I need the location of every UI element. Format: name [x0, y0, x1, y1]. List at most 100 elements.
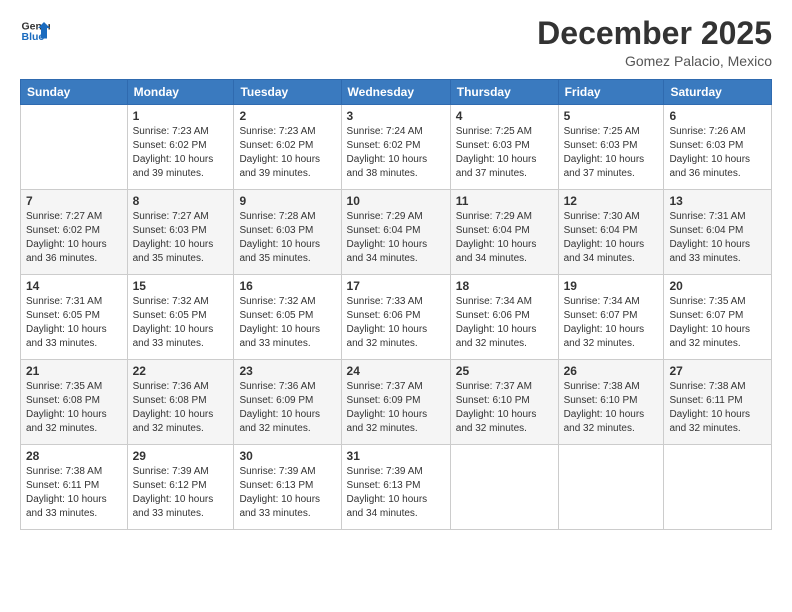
day-number: 15	[133, 279, 229, 293]
calendar-cell: 2 Sunrise: 7:23 AM Sunset: 6:02 PM Daylig…	[234, 105, 341, 190]
calendar-cell: 15 Sunrise: 7:32 AM Sunset: 6:05 PM Dayli…	[127, 275, 234, 360]
day-info: Sunrise: 7:23 AM Sunset: 6:02 PM Dayligh…	[239, 125, 335, 181]
calendar-cell: 16 Sunrise: 7:32 AM Sunset: 6:05 PM Dayli…	[234, 275, 341, 360]
day-number: 5	[564, 109, 659, 123]
day-info: Sunrise: 7:39 AM Sunset: 6:13 PM Dayligh…	[347, 465, 445, 521]
calendar-cell: 8 Sunrise: 7:27 AM Sunset: 6:03 PM Daylig…	[127, 190, 234, 275]
day-info: Sunrise: 7:35 AM Sunset: 6:08 PM Dayligh…	[26, 380, 122, 436]
day-number: 16	[239, 279, 335, 293]
day-info: Sunrise: 7:31 AM Sunset: 6:05 PM Dayligh…	[26, 295, 122, 351]
calendar-header-saturday: Saturday	[664, 80, 772, 105]
day-number: 4	[456, 109, 553, 123]
calendar-week-row: 1Sunrise: 7:23 AM Sunset: 6:02 PM Daylig…	[21, 105, 772, 190]
day-info: Sunrise: 7:39 AM Sunset: 6:13 PM Dayligh…	[239, 465, 335, 521]
day-info: Sunrise: 7:38 AM Sunset: 6:11 PM Dayligh…	[669, 380, 766, 436]
day-info: Sunrise: 7:27 AM Sunset: 6:03 PM Dayligh…	[133, 210, 229, 266]
calendar-cell: 11Sunrise: 7:29 AM Sunset: 6:04 PM Dayli…	[450, 190, 558, 275]
calendar-cell: 22 Sunrise: 7:36 AM Sunset: 6:08 PM Dayli…	[127, 360, 234, 445]
day-number: 30	[239, 449, 335, 463]
subtitle: Gomez Palacio, Mexico	[537, 53, 772, 69]
day-info: Sunrise: 7:36 AM Sunset: 6:08 PM Dayligh…	[133, 380, 229, 436]
calendar-cell: 25Sunrise: 7:37 AM Sunset: 6:10 PM Dayli…	[450, 360, 558, 445]
calendar-cell: 10 Sunrise: 7:29 AM Sunset: 6:04 PM Dayli…	[341, 190, 450, 275]
calendar-cell: 1Sunrise: 7:23 AM Sunset: 6:02 PM Daylig…	[127, 105, 234, 190]
day-info: Sunrise: 7:23 AM Sunset: 6:02 PM Dayligh…	[133, 125, 229, 181]
calendar-header-tuesday: Tuesday	[234, 80, 341, 105]
calendar-cell	[450, 445, 558, 530]
day-number: 7	[26, 194, 122, 208]
calendar-cell: 23 Sunrise: 7:36 AM Sunset: 6:09 PM Dayli…	[234, 360, 341, 445]
calendar-cell: 20Sunrise: 7:35 AM Sunset: 6:07 PM Dayli…	[664, 275, 772, 360]
calendar-week-row: 28Sunrise: 7:38 AM Sunset: 6:11 PM Dayli…	[21, 445, 772, 530]
day-info: Sunrise: 7:32 AM Sunset: 6:05 PM Dayligh…	[133, 295, 229, 351]
calendar-cell: 5 Sunrise: 7:25 AM Sunset: 6:03 PM Daylig…	[558, 105, 664, 190]
calendar-header-friday: Friday	[558, 80, 664, 105]
day-info: Sunrise: 7:34 AM Sunset: 6:07 PM Dayligh…	[564, 295, 659, 351]
day-number: 17	[347, 279, 445, 293]
calendar-header-thursday: Thursday	[450, 80, 558, 105]
calendar-week-row: 21 Sunrise: 7:35 AM Sunset: 6:08 PM Dayli…	[21, 360, 772, 445]
day-info: Sunrise: 7:29 AM Sunset: 6:04 PM Dayligh…	[347, 210, 445, 266]
calendar-cell	[21, 105, 128, 190]
day-info: Sunrise: 7:36 AM Sunset: 6:09 PM Dayligh…	[239, 380, 335, 436]
day-info: Sunrise: 7:24 AM Sunset: 6:02 PM Dayligh…	[347, 125, 445, 181]
day-info: Sunrise: 7:28 AM Sunset: 6:03 PM Dayligh…	[239, 210, 335, 266]
svg-text:Blue: Blue	[22, 31, 45, 43]
day-number: 8	[133, 194, 229, 208]
logo: General Blue	[20, 16, 50, 46]
day-number: 24	[347, 364, 445, 378]
calendar-cell	[558, 445, 664, 530]
calendar-cell: 6Sunrise: 7:26 AM Sunset: 6:03 PM Daylig…	[664, 105, 772, 190]
day-info: Sunrise: 7:33 AM Sunset: 6:06 PM Dayligh…	[347, 295, 445, 351]
day-number: 18	[456, 279, 553, 293]
calendar-cell: 26 Sunrise: 7:38 AM Sunset: 6:10 PM Dayli…	[558, 360, 664, 445]
page-header: General Blue December 2025 Gomez Palacio…	[20, 16, 772, 69]
day-number: 3	[347, 109, 445, 123]
day-number: 19	[564, 279, 659, 293]
calendar-cell: 18 Sunrise: 7:34 AM Sunset: 6:06 PM Dayli…	[450, 275, 558, 360]
day-number: 11	[456, 194, 553, 208]
main-title: December 2025	[537, 16, 772, 51]
day-number: 26	[564, 364, 659, 378]
calendar-cell: 4 Sunrise: 7:25 AM Sunset: 6:03 PM Daylig…	[450, 105, 558, 190]
day-number: 23	[239, 364, 335, 378]
day-number: 13	[669, 194, 766, 208]
calendar-header-monday: Monday	[127, 80, 234, 105]
calendar-week-row: 7 Sunrise: 7:27 AM Sunset: 6:02 PM Daylig…	[21, 190, 772, 275]
day-info: Sunrise: 7:25 AM Sunset: 6:03 PM Dayligh…	[564, 125, 659, 181]
day-info: Sunrise: 7:27 AM Sunset: 6:02 PM Dayligh…	[26, 210, 122, 266]
calendar-cell: 27Sunrise: 7:38 AM Sunset: 6:11 PM Dayli…	[664, 360, 772, 445]
day-number: 29	[133, 449, 229, 463]
day-info: Sunrise: 7:30 AM Sunset: 6:04 PM Dayligh…	[564, 210, 659, 266]
day-info: Sunrise: 7:37 AM Sunset: 6:09 PM Dayligh…	[347, 380, 445, 436]
day-number: 9	[239, 194, 335, 208]
day-number: 31	[347, 449, 445, 463]
calendar-cell: 29 Sunrise: 7:39 AM Sunset: 6:12 PM Dayli…	[127, 445, 234, 530]
day-number: 12	[564, 194, 659, 208]
calendar-cell: 21 Sunrise: 7:35 AM Sunset: 6:08 PM Dayli…	[21, 360, 128, 445]
day-info: Sunrise: 7:32 AM Sunset: 6:05 PM Dayligh…	[239, 295, 335, 351]
day-info: Sunrise: 7:38 AM Sunset: 6:11 PM Dayligh…	[26, 465, 122, 521]
day-number: 14	[26, 279, 122, 293]
calendar-page: General Blue December 2025 Gomez Palacio…	[0, 0, 792, 612]
calendar-cell: 24 Sunrise: 7:37 AM Sunset: 6:09 PM Dayli…	[341, 360, 450, 445]
day-number: 6	[669, 109, 766, 123]
day-info: Sunrise: 7:39 AM Sunset: 6:12 PM Dayligh…	[133, 465, 229, 521]
day-info: Sunrise: 7:34 AM Sunset: 6:06 PM Dayligh…	[456, 295, 553, 351]
calendar-cell: 12 Sunrise: 7:30 AM Sunset: 6:04 PM Dayli…	[558, 190, 664, 275]
calendar-cell: 9 Sunrise: 7:28 AM Sunset: 6:03 PM Daylig…	[234, 190, 341, 275]
calendar-cell: 19 Sunrise: 7:34 AM Sunset: 6:07 PM Dayli…	[558, 275, 664, 360]
calendar-cell: 31 Sunrise: 7:39 AM Sunset: 6:13 PM Dayli…	[341, 445, 450, 530]
day-number: 10	[347, 194, 445, 208]
day-number: 2	[239, 109, 335, 123]
day-number: 22	[133, 364, 229, 378]
day-number: 21	[26, 364, 122, 378]
day-info: Sunrise: 7:38 AM Sunset: 6:10 PM Dayligh…	[564, 380, 659, 436]
day-number: 20	[669, 279, 766, 293]
calendar-table: SundayMondayTuesdayWednesdayThursdayFrid…	[20, 79, 772, 530]
day-info: Sunrise: 7:25 AM Sunset: 6:03 PM Dayligh…	[456, 125, 553, 181]
calendar-week-row: 14 Sunrise: 7:31 AM Sunset: 6:05 PM Dayli…	[21, 275, 772, 360]
calendar-cell: 3 Sunrise: 7:24 AM Sunset: 6:02 PM Daylig…	[341, 105, 450, 190]
day-info: Sunrise: 7:37 AM Sunset: 6:10 PM Dayligh…	[456, 380, 553, 436]
logo-icon: General Blue	[20, 16, 50, 46]
